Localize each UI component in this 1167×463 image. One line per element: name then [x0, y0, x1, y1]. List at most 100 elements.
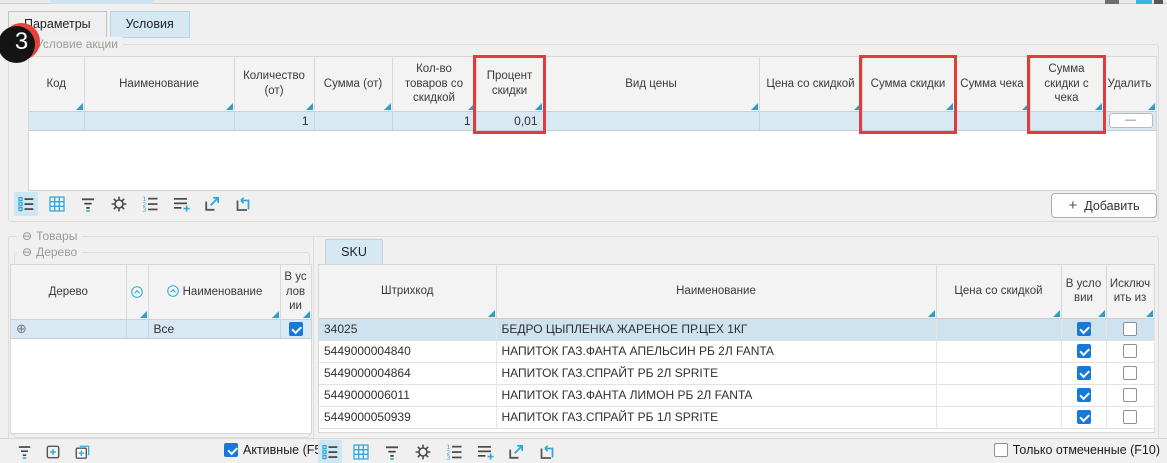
- top-icon-fragment: [1136, 0, 1152, 4]
- condition-row[interactable]: 1 1 0,01 —: [29, 111, 1156, 130]
- col-udalit[interactable]: Удалить: [1103, 57, 1156, 111]
- col-cena-so-skidkoj[interactable]: Цена со скидкой: [759, 57, 862, 111]
- only-marked-checkbox[interactable]: [994, 443, 1008, 457]
- col-sku-isklyuchit[interactable]: Исключить из: [1106, 265, 1154, 318]
- conditions-table: Код Наименование Количество (от) Сумма (…: [28, 56, 1157, 191]
- exclude-checkbox[interactable]: [1123, 344, 1137, 358]
- filter-icon[interactable]: [76, 192, 100, 216]
- refresh-icon[interactable]: [231, 192, 255, 216]
- col-kod[interactable]: Код: [29, 57, 84, 111]
- in-condition-checkbox[interactable]: [1077, 344, 1091, 358]
- tree-table: Дерево Наименование В условии ⊕ Все: [10, 264, 312, 434]
- grid-view-icon[interactable]: [349, 440, 373, 463]
- refresh-icon[interactable]: [535, 440, 559, 463]
- in-condition-checkbox[interactable]: [289, 322, 303, 336]
- in-condition-checkbox[interactable]: [1077, 388, 1091, 402]
- tree-name-header-text: Наименование: [183, 286, 263, 298]
- add-item-icon[interactable]: [43, 441, 63, 461]
- sku-name: НАПИТОК ГАЗ.ФАНТА ЛИМОН РБ 2Л FANTA: [496, 384, 936, 406]
- open-in-new-icon[interactable]: [504, 440, 528, 463]
- footer-bar: [0, 438, 1167, 463]
- col-sku-cena[interactable]: Цена со скидкой: [936, 265, 1061, 318]
- sku-barcode: 5449000006011: [319, 384, 496, 406]
- grid-view-icon[interactable]: [45, 192, 69, 216]
- tree-row-vse[interactable]: ⊕ Все: [11, 319, 311, 338]
- cell-kod: [29, 111, 84, 130]
- window-top-strip: [0, 0, 1167, 4]
- sku-row[interactable]: 5449000004840 НАПИТОК ГАЗ.ФАНТА АПЕЛЬСИН…: [319, 340, 1154, 362]
- list-view-icon[interactable]: [14, 192, 38, 216]
- sort-circle-icon[interactable]: [126, 265, 148, 319]
- col-kolichestvo-ot[interactable]: Количество (от): [234, 57, 314, 111]
- cell-summa-ot: [314, 111, 392, 130]
- col-tree-naimenovanie[interactable]: Наименование: [148, 265, 280, 319]
- tab-sku[interactable]: SKU: [325, 239, 383, 264]
- cell-naimenovanie: [84, 111, 234, 130]
- plus-icon: +: [1068, 198, 1077, 213]
- in-condition-checkbox[interactable]: [1077, 366, 1091, 380]
- col-sku-naimenovanie[interactable]: Наименование: [496, 265, 936, 318]
- collapse-icon[interactable]: ⊖: [22, 229, 32, 243]
- cell-kolvo-tovarov: 1: [392, 111, 476, 130]
- promotion-conditions-screen: Параметры Условия 3 Условие акции Код На…: [0, 0, 1167, 463]
- add-to-list-icon[interactable]: [473, 440, 497, 463]
- numbered-list-icon[interactable]: [138, 192, 162, 216]
- filter-icon[interactable]: [14, 441, 34, 461]
- sort-circle-icon: [166, 284, 180, 298]
- col-naimenovanie[interactable]: Наименование: [84, 57, 234, 111]
- in-condition-checkbox[interactable]: [1077, 322, 1091, 336]
- active-checkbox-label: Активные (F5): [243, 443, 326, 457]
- sku-row[interactable]: 5449000050939 НАПИТОК ГАЗ.СПРАЙТ РБ 1Л S…: [319, 406, 1154, 428]
- sku-row[interactable]: 5449000006011 НАПИТОК ГАЗ.ФАНТА ЛИМОН РБ…: [319, 384, 1154, 406]
- tree-legend-text: Дерево: [36, 245, 77, 259]
- add-condition-button[interactable]: + Добавить: [1051, 193, 1157, 218]
- collapse-icon[interactable]: ⊖: [22, 245, 32, 259]
- sku-table: Штрихкод Наименование Цена со скидкой В …: [318, 264, 1155, 433]
- sku-barcode: 34025: [319, 318, 496, 340]
- tab-conditions[interactable]: Условия: [110, 11, 190, 38]
- panel-divider: [313, 236, 314, 463]
- exclude-checkbox[interactable]: [1123, 366, 1137, 380]
- expand-icon[interactable]: ⊕: [16, 321, 27, 336]
- tree-table-empty-area: [11, 339, 311, 433]
- sku-row[interactable]: 34025 БЕДРО ЦЫПЛЕНКА ЖАРЕНОЕ ПР.ЦЕХ 1КГ: [319, 318, 1154, 340]
- tree-header-row: Дерево Наименование В условии: [11, 265, 311, 319]
- settings-gear-icon[interactable]: [107, 192, 131, 216]
- list-view-icon[interactable]: [318, 440, 342, 463]
- in-condition-checkbox[interactable]: [1077, 410, 1091, 424]
- exclude-checkbox[interactable]: [1123, 410, 1137, 424]
- col-tree-v-uslovii[interactable]: В условии: [280, 265, 311, 319]
- exclude-checkbox[interactable]: [1123, 388, 1137, 402]
- open-in-new-icon[interactable]: [200, 192, 224, 216]
- col-summa-skidki-s-cheka[interactable]: Сумма скидки с чека: [1030, 57, 1103, 111]
- settings-gear-icon[interactable]: [411, 440, 435, 463]
- sku-row[interactable]: 5449000004864 НАПИТОК ГАЗ.СПРАЙТ РБ 2Л S…: [319, 362, 1154, 384]
- products-groupbox-legend: ⊖ Товары: [17, 229, 82, 243]
- add-to-list-icon[interactable]: [169, 192, 193, 216]
- numbered-list-icon[interactable]: [442, 440, 466, 463]
- active-filter-control[interactable]: Активные (F5): [224, 443, 326, 457]
- add-group-icon[interactable]: [72, 441, 92, 461]
- sku-table-empty-area: [319, 429, 1154, 432]
- col-sku-v-uslovii[interactable]: В условии: [1061, 265, 1106, 318]
- col-summa-cheka[interactable]: Сумма чека: [954, 57, 1030, 111]
- filter-icon[interactable]: [380, 440, 404, 463]
- sku-name: НАПИТОК ГАЗ.ФАНТА АПЕЛЬСИН РБ 2Л FANTA: [496, 340, 936, 362]
- sku-name: БЕДРО ЦЫПЛЕНКА ЖАРЕНОЕ ПР.ЦЕХ 1КГ: [496, 318, 936, 340]
- col-vid-ceny[interactable]: Вид цены: [543, 57, 759, 111]
- col-procent-skidki[interactable]: Процент скидки: [476, 57, 543, 111]
- col-summa-ot[interactable]: Сумма (от): [314, 57, 392, 111]
- tree-row-name: Все: [148, 319, 280, 338]
- products-legend-text: Товары: [36, 229, 77, 243]
- exclude-checkbox[interactable]: [1123, 322, 1137, 336]
- sku-barcode: 5449000050939: [319, 406, 496, 428]
- sku-discount-price: [936, 318, 1061, 340]
- col-summa-skidki[interactable]: Сумма скидки: [862, 57, 954, 111]
- only-marked-control[interactable]: Только отмеченные (F10): [994, 443, 1160, 457]
- delete-row-button[interactable]: —: [1109, 113, 1153, 128]
- col-kolvo-tovarov[interactable]: Кол-во товаров со скидкой: [392, 57, 476, 111]
- col-derevo[interactable]: Дерево: [11, 265, 126, 319]
- col-shtrihkod[interactable]: Штрихкод: [319, 265, 496, 318]
- cell-summa-skidki-s-cheka: [1030, 111, 1103, 130]
- active-checkbox[interactable]: [224, 443, 238, 457]
